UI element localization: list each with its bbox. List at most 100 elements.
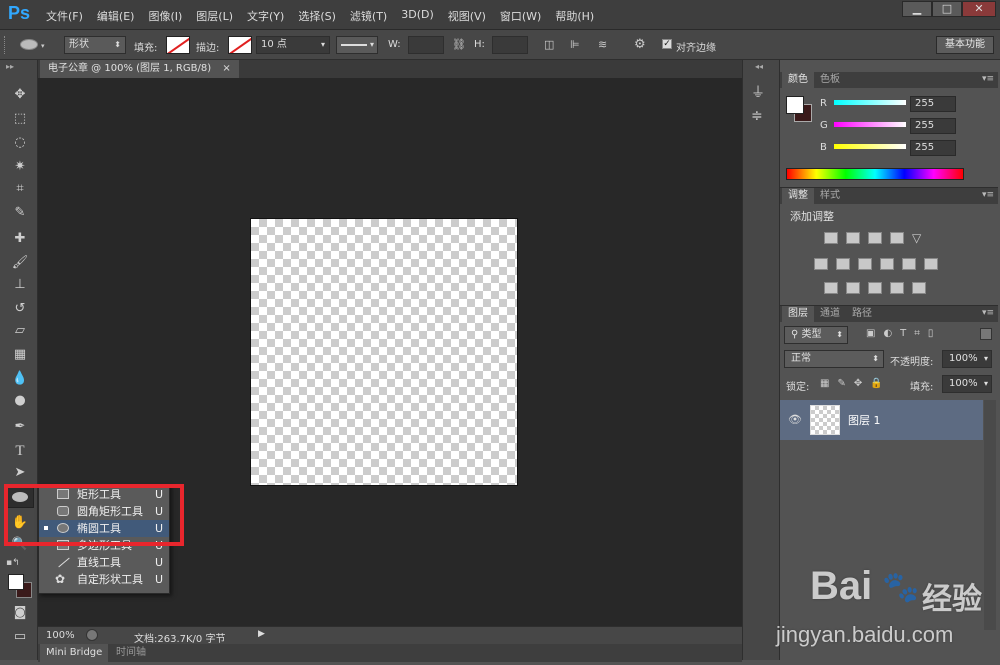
gradient-tool-icon[interactable]: ▦ — [8, 344, 32, 366]
exposure-icon[interactable] — [890, 232, 904, 244]
properties-panel-icon[interactable]: ≑ — [751, 108, 763, 124]
collapse-icon[interactable]: ◂◂ — [755, 62, 763, 71]
channel-g-slider[interactable] — [834, 122, 906, 127]
menu-file[interactable]: 文件(F) — [46, 8, 83, 24]
channel-b-value[interactable]: 255 — [910, 140, 956, 156]
selective-color-icon[interactable] — [912, 282, 926, 294]
menu-layer[interactable]: 图层(L) — [196, 8, 233, 24]
document-tab[interactable]: 电子公章 @ 100% (图层 1, RGB/8) × — [40, 60, 239, 78]
stroke-size-field[interactable]: 10 点 ▾ — [256, 36, 330, 54]
workspace-button[interactable]: 基本功能 — [936, 36, 994, 54]
menu-3d[interactable]: 3D(D) — [401, 8, 434, 24]
dodge-tool-icon[interactable]: ● — [8, 390, 32, 412]
menu-help[interactable]: 帮助(H) — [555, 8, 594, 24]
menu-type[interactable]: 文字(Y) — [247, 8, 284, 24]
type-tool-icon[interactable]: T — [8, 440, 32, 462]
channel-r-slider[interactable] — [834, 100, 906, 105]
levels-icon[interactable] — [846, 232, 860, 244]
tab-adjustments[interactable]: 调整 — [782, 188, 814, 204]
history-panel-icon[interactable]: ⏚ — [751, 82, 765, 102]
tab-styles[interactable]: 样式 — [814, 188, 846, 204]
stamp-tool-icon[interactable]: ⊥ — [8, 274, 32, 296]
gear-icon[interactable]: ⚙ — [634, 37, 646, 52]
height-input[interactable] — [492, 36, 528, 54]
panel-menu-icon[interactable]: ▾≡ — [982, 190, 994, 200]
color-balance-icon[interactable] — [836, 258, 850, 270]
blend-mode-select[interactable]: 正常 ⬍ — [784, 350, 884, 368]
path-alignment-icon[interactable]: ⊫ — [570, 38, 580, 51]
width-input[interactable] — [408, 36, 444, 54]
path-selection-tool-icon[interactable]: ➤ — [8, 462, 32, 484]
tab-color[interactable]: 颜色 — [782, 72, 814, 88]
stroke-type-select[interactable]: ▾ — [336, 36, 378, 54]
tab-channels[interactable]: 通道 — [814, 306, 846, 322]
play-icon[interactable]: ▶ — [258, 629, 265, 639]
layer-thumbnail[interactable] — [810, 405, 840, 435]
threshold-icon[interactable] — [868, 282, 882, 294]
status-info-icon[interactable] — [86, 629, 98, 641]
curves-icon[interactable] — [868, 232, 882, 244]
zoom-level[interactable]: 100% — [46, 630, 75, 641]
opacity-field[interactable]: 100% ▾ — [942, 350, 992, 368]
magic-wand-tool-icon[interactable]: ✷ — [8, 156, 32, 178]
color-spectrum-ramp[interactable] — [786, 168, 964, 180]
brightness-icon[interactable] — [824, 232, 838, 244]
photo-filter-icon[interactable] — [880, 258, 894, 270]
fill-swatch[interactable] — [166, 36, 190, 54]
vibrance-icon[interactable]: ▽ — [912, 232, 926, 244]
tab-timeline[interactable]: 时间轴 — [110, 644, 152, 662]
link-icon[interactable]: ⛓ — [452, 38, 466, 51]
stroke-swatch[interactable] — [228, 36, 252, 54]
channel-r-value[interactable]: 255 — [910, 96, 956, 112]
quick-mask-icon[interactable]: ◙ — [8, 602, 32, 624]
menu-filter[interactable]: 滤镜(T) — [350, 8, 387, 24]
foreground-color-swatch[interactable] — [786, 96, 804, 114]
flyout-item-custom-shape[interactable]: ✿ 自定形状工具 U — [39, 571, 169, 588]
eye-icon[interactable]: 👁 — [788, 413, 802, 426]
layer-filter-icons[interactable]: ▣◐T⌗▯ — [866, 328, 941, 339]
collapse-icon[interactable]: ▸▸ — [6, 62, 14, 71]
align-edges-checkbox[interactable]: ✓ — [662, 39, 672, 49]
crop-tool-icon[interactable]: ⌗ — [8, 178, 32, 200]
tab-close-icon[interactable]: × — [222, 63, 230, 74]
maximize-button[interactable]: □ — [932, 1, 962, 17]
channel-mixer-icon[interactable] — [902, 258, 916, 270]
transparent-canvas[interactable] — [250, 218, 518, 486]
blur-tool-icon[interactable]: 💧 — [8, 368, 32, 390]
tab-paths[interactable]: 路径 — [846, 306, 878, 322]
posterize-icon[interactable] — [846, 282, 860, 294]
invert-icon[interactable] — [824, 282, 838, 294]
fill-field[interactable]: 100% ▾ — [942, 375, 992, 393]
grip-handle[interactable] — [4, 36, 8, 54]
black-white-icon[interactable] — [858, 258, 872, 270]
menu-window[interactable]: 窗口(W) — [500, 8, 541, 24]
eraser-tool-icon[interactable]: ▱ — [8, 320, 32, 342]
layer-filter-select[interactable]: ⚲ 类型 ⬍ — [784, 326, 848, 344]
hue-saturation-icon[interactable] — [814, 258, 828, 270]
mode-select[interactable]: 形状 ⬍ — [64, 36, 126, 54]
brush-tool-icon[interactable]: 🖌 — [8, 252, 32, 274]
panel-menu-icon[interactable]: ▾≡ — [982, 308, 994, 318]
gradient-map-icon[interactable] — [890, 282, 904, 294]
screen-mode-icon[interactable]: ▭ — [8, 626, 32, 648]
lock-icons[interactable]: ▦✎✥🔒 — [820, 378, 891, 389]
pen-tool-icon[interactable]: ✒ — [8, 416, 32, 438]
foreground-color-swatch[interactable] — [8, 574, 24, 590]
tab-mini-bridge[interactable]: Mini Bridge — [40, 644, 109, 662]
tab-layers[interactable]: 图层 — [782, 306, 814, 322]
menu-view[interactable]: 视图(V) — [448, 8, 486, 24]
eyedropper-tool-icon[interactable]: ✎ — [8, 202, 32, 224]
history-brush-tool-icon[interactable]: ↺ — [8, 298, 32, 320]
path-arrangement-icon[interactable]: ≋ — [598, 38, 607, 51]
filter-toggle[interactable] — [980, 328, 992, 340]
channel-g-value[interactable]: 255 — [910, 118, 956, 134]
layer-name[interactable]: 图层 1 — [848, 412, 881, 428]
menu-edit[interactable]: 编辑(E) — [97, 8, 135, 24]
lasso-tool-icon[interactable]: ◌ — [8, 132, 32, 154]
marquee-tool-icon[interactable]: ⬚ — [8, 108, 32, 130]
menu-select[interactable]: 选择(S) — [298, 8, 336, 24]
panel-menu-icon[interactable]: ▾≡ — [982, 74, 994, 84]
menu-image[interactable]: 图像(I) — [148, 8, 182, 24]
minimize-button[interactable]: ▁ — [902, 1, 932, 17]
path-operations-icon[interactable]: ◫ — [544, 38, 554, 51]
